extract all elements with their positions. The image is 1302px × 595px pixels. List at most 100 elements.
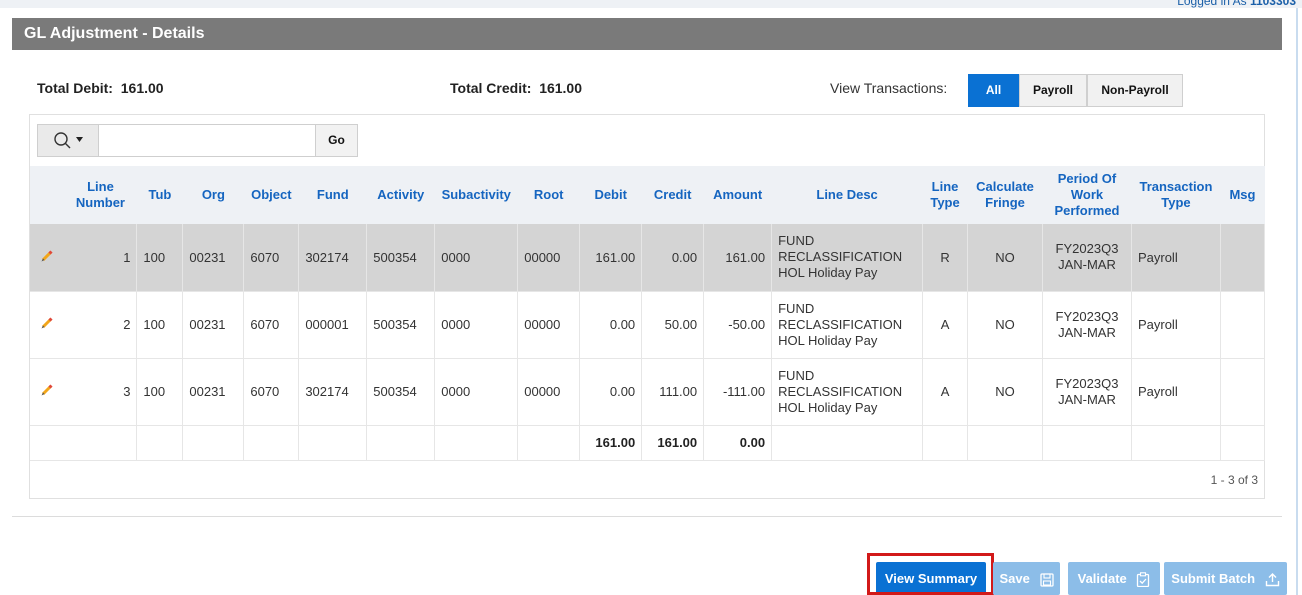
cell-msg bbox=[1220, 291, 1266, 359]
total-credit-cell: 161.00 bbox=[641, 425, 705, 461]
table-row[interactable]: 1 100 00231 6070 302174 500354 0000 0000… bbox=[30, 224, 1266, 292]
cell-org: 00231 bbox=[182, 358, 245, 426]
cell-object: 6070 bbox=[243, 291, 300, 359]
search-icon bbox=[54, 132, 83, 149]
col-msg[interactable]: Msg bbox=[1220, 166, 1265, 224]
col-object[interactable]: Object bbox=[243, 166, 299, 224]
col-credit[interactable]: Credit bbox=[641, 166, 704, 224]
empty-cell bbox=[771, 425, 924, 461]
empty-cell bbox=[517, 425, 581, 461]
col-edit bbox=[30, 166, 64, 224]
caret-down-icon bbox=[76, 137, 83, 142]
go-button[interactable]: Go bbox=[315, 124, 358, 157]
cell-tub: 100 bbox=[136, 224, 184, 292]
cell-line-type: R bbox=[922, 224, 969, 292]
col-subactivity[interactable]: Subactivity bbox=[434, 166, 518, 224]
col-amount[interactable]: Amount bbox=[703, 166, 772, 224]
table-row[interactable]: 3 100 00231 6070 302174 500354 0000 0000… bbox=[30, 358, 1266, 426]
cell-tub: 100 bbox=[136, 358, 184, 426]
table-row[interactable]: 2 100 00231 6070 000001 500354 0000 0000… bbox=[30, 291, 1266, 359]
empty-cell bbox=[366, 425, 436, 461]
cell-transaction-type: Payroll bbox=[1131, 358, 1221, 426]
empty-cell bbox=[182, 425, 245, 461]
col-line-number[interactable]: Line Number bbox=[63, 166, 137, 224]
cell-calculate-fringe: NO bbox=[967, 291, 1043, 359]
cell-debit: 0.00 bbox=[579, 291, 643, 359]
col-calculate-fringe[interactable]: Calculate Fringe bbox=[967, 166, 1043, 224]
cell-msg bbox=[1220, 224, 1266, 292]
total-debit-value: 161.00 bbox=[120, 80, 164, 96]
cell-line-number: 1 bbox=[63, 224, 138, 292]
upload-icon bbox=[1265, 573, 1279, 587]
table-header-row: Line Number Tub Org Object Fund Activity… bbox=[30, 166, 1265, 224]
search-dropdown[interactable] bbox=[37, 124, 99, 157]
filter-payroll-button[interactable]: Payroll bbox=[1019, 74, 1087, 107]
cell-calculate-fringe: NO bbox=[967, 358, 1043, 426]
col-period[interactable]: Period Of Work Performed bbox=[1042, 166, 1132, 224]
pager-info: 1 - 3 of 3 bbox=[1210, 473, 1258, 487]
cell-line-desc: FUND RECLASSIFICATION HOL Holiday Pay bbox=[771, 224, 924, 292]
col-tub[interactable]: Tub bbox=[136, 166, 183, 224]
validate-button[interactable]: Validate bbox=[1068, 562, 1160, 595]
col-org[interactable]: Org bbox=[182, 166, 244, 224]
col-fund[interactable]: Fund bbox=[298, 166, 367, 224]
search-input[interactable] bbox=[98, 124, 316, 157]
cell-subactivity: 0000 bbox=[434, 358, 519, 426]
cell-line-type: A bbox=[922, 358, 969, 426]
total-credit: Total Credit: 161.00 bbox=[450, 80, 582, 96]
cell-tub: 100 bbox=[136, 291, 184, 359]
filter-non-payroll-button[interactable]: Non-Payroll bbox=[1087, 74, 1183, 107]
col-line-desc[interactable]: Line Desc bbox=[771, 166, 923, 224]
cell-fund: 302174 bbox=[298, 224, 368, 292]
view-transactions-label: View Transactions: bbox=[830, 80, 948, 96]
cell-fund: 000001 bbox=[298, 291, 368, 359]
edit-cell[interactable] bbox=[30, 358, 64, 426]
pencil-icon[interactable] bbox=[40, 249, 54, 263]
total-credit-label: Total Credit: bbox=[450, 80, 532, 96]
empty-cell bbox=[243, 425, 300, 461]
cell-line-type: A bbox=[922, 291, 969, 359]
cell-amount: 161.00 bbox=[703, 224, 773, 292]
cell-amount: -111.00 bbox=[703, 358, 773, 426]
logged-in-label: Logged in As bbox=[1177, 0, 1247, 8]
pencil-icon[interactable] bbox=[40, 316, 54, 330]
col-transaction-type[interactable]: Transaction Type bbox=[1131, 166, 1221, 224]
divider bbox=[12, 516, 1282, 517]
col-activity[interactable]: Activity bbox=[366, 166, 435, 224]
cell-line-desc: FUND RECLASSIFICATION HOL Holiday Pay bbox=[771, 358, 924, 426]
cell-object: 6070 bbox=[243, 358, 300, 426]
submit-batch-label: Submit Batch bbox=[1171, 571, 1256, 586]
total-debit-cell: 161.00 bbox=[579, 425, 643, 461]
cell-amount: -50.00 bbox=[703, 291, 773, 359]
cell-root: 00000 bbox=[517, 358, 581, 426]
empty-cell bbox=[298, 425, 368, 461]
cell-org: 00231 bbox=[182, 291, 245, 359]
cell-period: FY2023Q3 JAN-MAR bbox=[1042, 224, 1132, 292]
total-amount-cell: 0.00 bbox=[703, 425, 773, 461]
col-line-type[interactable]: Line Type bbox=[922, 166, 968, 224]
col-root[interactable]: Root bbox=[517, 166, 580, 224]
filter-all-button[interactable]: All bbox=[968, 74, 1019, 107]
empty-cell bbox=[30, 425, 64, 461]
save-button[interactable]: Save bbox=[993, 562, 1060, 595]
cell-credit: 50.00 bbox=[641, 291, 705, 359]
cell-activity: 500354 bbox=[366, 358, 436, 426]
pencil-icon[interactable] bbox=[40, 383, 54, 397]
highlight-frame bbox=[867, 553, 994, 595]
cell-debit: 161.00 bbox=[579, 224, 643, 292]
cell-object: 6070 bbox=[243, 224, 300, 292]
submit-batch-button[interactable]: Submit Batch bbox=[1164, 562, 1287, 595]
cell-subactivity: 0000 bbox=[434, 224, 519, 292]
cell-transaction-type: Payroll bbox=[1131, 224, 1221, 292]
edit-cell[interactable] bbox=[30, 224, 64, 292]
cell-credit: 111.00 bbox=[641, 358, 705, 426]
gl-lines-table: Line Number Tub Org Object Fund Activity… bbox=[30, 166, 1266, 461]
empty-cell bbox=[434, 425, 519, 461]
col-debit[interactable]: Debit bbox=[579, 166, 642, 224]
empty-cell bbox=[1220, 425, 1266, 461]
cell-credit: 0.00 bbox=[641, 224, 705, 292]
cell-org: 00231 bbox=[182, 224, 245, 292]
cell-line-number: 3 bbox=[63, 358, 138, 426]
user-id: 1103303 bbox=[1249, 0, 1296, 8]
edit-cell[interactable] bbox=[30, 291, 64, 359]
